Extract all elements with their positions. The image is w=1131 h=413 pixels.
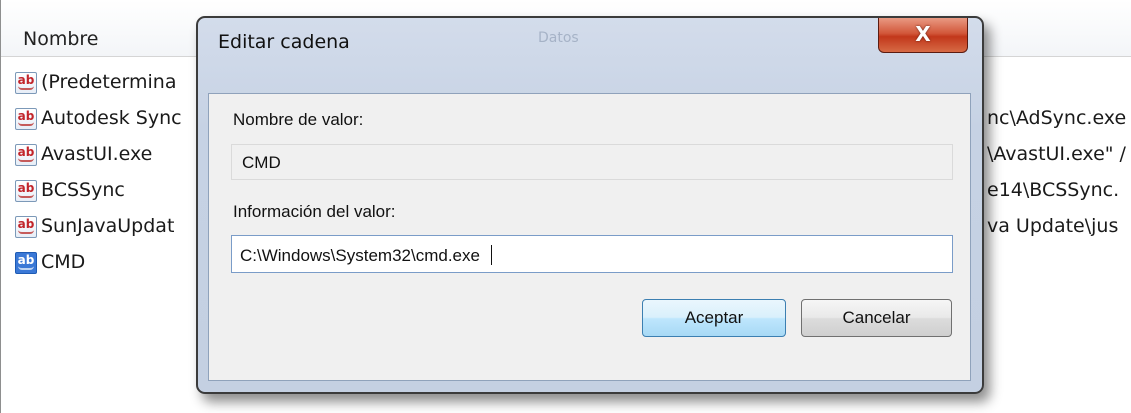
close-icon: X bbox=[915, 22, 931, 46]
column-header-name[interactable]: Nombre bbox=[23, 28, 99, 50]
list-item-data: e14\BCSSync. bbox=[987, 179, 1120, 201]
list-item-name: SunJavaUpdat bbox=[41, 215, 175, 237]
value-data-label: Información del valor: bbox=[233, 202, 396, 221]
string-value-icon: ab bbox=[15, 72, 37, 94]
close-button[interactable]: X bbox=[878, 18, 968, 53]
list-item-name: BCSSync bbox=[41, 179, 125, 201]
edit-string-dialog: Editar cadena Datos X Nombre de valor: C… bbox=[196, 16, 984, 394]
list-item-name: (Predetermina bbox=[41, 71, 177, 93]
list-item-data: \AvastUI.exe" / bbox=[987, 143, 1126, 165]
list-item-name: CMD bbox=[41, 251, 86, 273]
dialog-body: Nombre de valor: CMD Información del val… bbox=[208, 93, 971, 381]
string-value-icon: ab bbox=[15, 180, 37, 202]
value-data-input[interactable]: C:\Windows\System32\cmd.exe bbox=[231, 235, 953, 273]
dialog-title: Editar cadena bbox=[218, 31, 350, 53]
value-name-label: Nombre de valor: bbox=[233, 110, 364, 129]
string-value-icon: ab bbox=[15, 144, 37, 166]
text-caret bbox=[490, 245, 492, 265]
value-data-text: C:\Windows\System32\cmd.exe bbox=[240, 246, 485, 265]
list-item-data: nc\AdSync.exe bbox=[987, 107, 1127, 129]
string-value-icon: ab bbox=[15, 252, 37, 274]
ok-button[interactable]: Aceptar bbox=[642, 299, 786, 337]
string-value-icon: ab bbox=[15, 216, 37, 238]
list-item-data: va Update\jus bbox=[987, 215, 1119, 237]
list-item-name: AvastUI.exe bbox=[41, 143, 153, 165]
list-item-name: Autodesk Sync bbox=[41, 107, 182, 129]
value-name-field: CMD bbox=[231, 144, 953, 180]
string-value-icon: ab bbox=[15, 108, 37, 130]
cancel-button[interactable]: Cancelar bbox=[801, 299, 952, 337]
background-text-ghost: Datos bbox=[538, 30, 579, 46]
